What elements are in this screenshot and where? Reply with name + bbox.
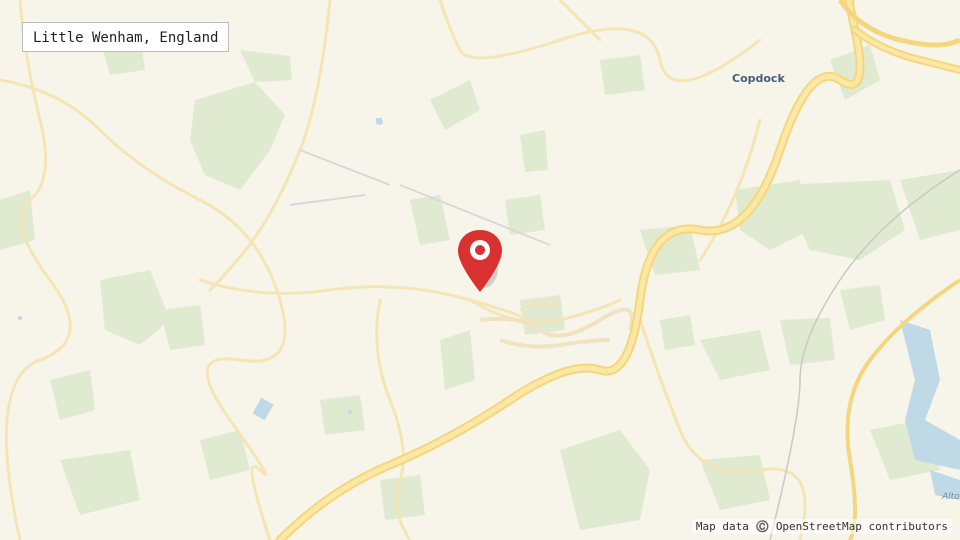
map-pin-icon[interactable] [456, 228, 506, 294]
map-pin-body [458, 230, 502, 292]
location-label: Little Wenham, England [22, 22, 230, 52]
map-attribution[interactable]: Map data ©️ OpenStreetMap contributors [691, 519, 952, 534]
map-viewport[interactable]: Little Wenham, England Copdock Alto Map … [0, 0, 960, 540]
water-label: Alto [942, 492, 960, 502]
map-pin-center [475, 245, 485, 255]
town-label-copdock: Copdock [732, 72, 785, 85]
